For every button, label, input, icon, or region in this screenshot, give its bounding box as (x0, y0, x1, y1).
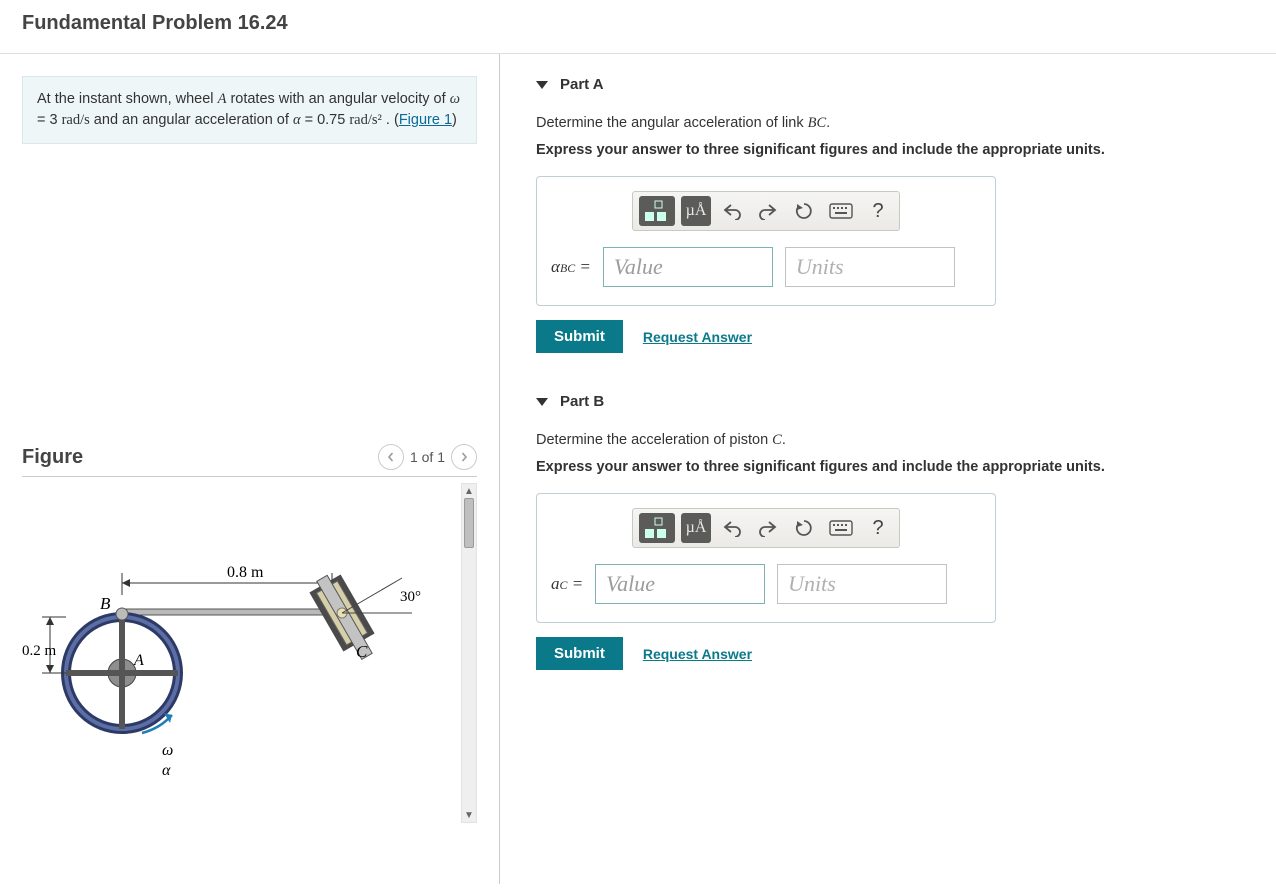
stmt-text: At the instant shown, wheel (37, 91, 218, 107)
redo-button[interactable] (753, 196, 783, 226)
problem-statement: At the instant shown, wheel A rotates wi… (22, 76, 477, 144)
figure-scrollbar[interactable]: ▲ ▼ (461, 483, 477, 823)
fraction-template-icon (643, 517, 671, 539)
chevron-left-icon (386, 452, 396, 462)
part-a-instruction: Express your answer to three significant… (536, 142, 1266, 158)
template-button[interactable] (639, 196, 675, 226)
label-C: C (356, 642, 368, 661)
part-b-prompt: Determine the acceleration of piston C. (536, 432, 1266, 449)
fraction-template-icon (643, 200, 671, 222)
stmt-text: rotates with an angular velocity of (226, 91, 449, 107)
stmt-unit: rad/s² (349, 112, 382, 128)
part-a-header[interactable]: Part A (536, 76, 1266, 93)
left-column: At the instant shown, wheel A rotates wi… (0, 54, 500, 884)
label-A: A (133, 652, 144, 669)
scroll-down-icon[interactable]: ▼ (462, 808, 476, 822)
stmt-text: ) (452, 112, 457, 128)
label-alpha: α (162, 762, 171, 779)
stmt-text: = 0.75 (301, 112, 350, 128)
help-button[interactable]: ? (863, 513, 893, 543)
dim-bc: 0.8 m (227, 564, 264, 581)
help-button[interactable]: ? (863, 196, 893, 226)
undo-icon (722, 202, 742, 220)
scroll-thumb[interactable] (464, 498, 474, 548)
part-b-answer-box: µÅ ? (536, 493, 996, 623)
prompt-var: BC (808, 115, 827, 131)
undo-button[interactable] (717, 513, 747, 543)
part-a-request-answer-link[interactable]: Request Answer (643, 329, 752, 345)
label-B: B (100, 594, 111, 613)
part-b-value-input[interactable] (595, 564, 765, 604)
undo-icon (722, 519, 742, 537)
part-b-title: Part B (560, 393, 604, 410)
part-b-submit-button[interactable]: Submit (536, 637, 623, 670)
part-a-value-input[interactable] (603, 247, 773, 287)
prompt-text: Determine the acceleration of piston (536, 432, 772, 448)
stmt-var-alpha: α (293, 112, 301, 128)
part-b: Part B Determine the acceleration of pis… (536, 393, 1266, 670)
units-entry-button[interactable]: µÅ (681, 196, 711, 226)
right-column: Part A Determine the angular acceleratio… (500, 54, 1276, 884)
keyboard-icon (829, 520, 853, 536)
figure-scroll-pane: 0.8 m 0.2 m 30° B A C ω α ▲ ▼ (22, 483, 477, 823)
reset-icon (794, 201, 814, 221)
part-b-request-answer-link[interactable]: Request Answer (643, 646, 752, 662)
redo-icon (758, 519, 778, 537)
part-b-instruction: Express your answer to three significant… (536, 459, 1266, 475)
stmt-text: and an angular acceleration of (90, 112, 293, 128)
stmt-var-omega: ω (450, 91, 460, 107)
chevron-down-icon (536, 81, 548, 89)
figure-next-button[interactable] (451, 444, 477, 470)
stmt-text: = 3 (37, 112, 62, 128)
chevron-down-icon (536, 398, 548, 406)
part-a-submit-button[interactable]: Submit (536, 320, 623, 353)
answer-toolbar: µÅ ? (632, 191, 900, 231)
redo-icon (758, 202, 778, 220)
figure-header: Figure 1 of 1 (22, 444, 477, 477)
reset-button[interactable] (789, 196, 819, 226)
figure-canvas: 0.8 m 0.2 m 30° B A C ω α (22, 483, 461, 823)
figure-prev-button[interactable] (378, 444, 404, 470)
angle-30: 30° (400, 589, 421, 605)
prompt-text: . (782, 432, 786, 448)
part-b-units-input[interactable] (777, 564, 947, 604)
part-a-answer-box: µÅ ? (536, 176, 996, 306)
part-a: Part A Determine the angular acceleratio… (536, 76, 1266, 353)
dim-r: 0.2 m (22, 643, 57, 659)
reset-button[interactable] (789, 513, 819, 543)
units-entry-button[interactable]: µÅ (681, 513, 711, 543)
redo-button[interactable] (753, 513, 783, 543)
page-title: Fundamental Problem 16.24 (0, 0, 1276, 54)
figure-link[interactable]: Figure 1 (399, 112, 452, 128)
prompt-text: . (826, 115, 830, 131)
undo-button[interactable] (717, 196, 747, 226)
keyboard-button[interactable] (825, 196, 857, 226)
part-b-header[interactable]: Part B (536, 393, 1266, 410)
figure-pager: 1 of 1 (378, 444, 477, 470)
keyboard-icon (829, 203, 853, 219)
part-a-units-input[interactable] (785, 247, 955, 287)
prompt-var: C (772, 432, 782, 448)
stmt-text: . ( (382, 112, 399, 128)
figure-label: Figure (22, 446, 83, 469)
chevron-right-icon (459, 452, 469, 462)
part-a-lhs: αBC = (551, 257, 591, 277)
part-b-lhs: aC = (551, 574, 583, 594)
stmt-unit: rad/s (62, 112, 90, 128)
prompt-text: Determine the angular acceleration of li… (536, 115, 808, 131)
answer-toolbar: µÅ ? (632, 508, 900, 548)
keyboard-button[interactable] (825, 513, 857, 543)
reset-icon (794, 518, 814, 538)
part-a-prompt: Determine the angular acceleration of li… (536, 115, 1266, 132)
figure-pager-text: 1 of 1 (410, 449, 445, 465)
part-a-title: Part A (560, 76, 604, 93)
template-button[interactable] (639, 513, 675, 543)
scroll-up-icon[interactable]: ▲ (462, 484, 476, 498)
label-omega: ω (162, 742, 173, 759)
